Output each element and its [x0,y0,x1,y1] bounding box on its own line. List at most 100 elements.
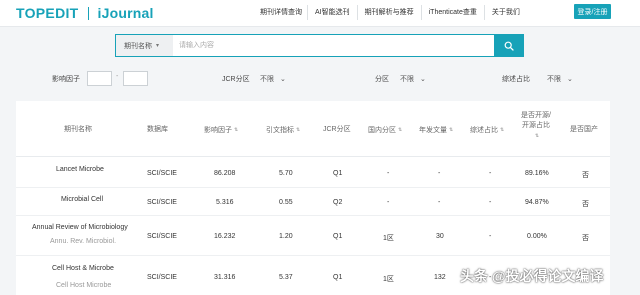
col-domestic: 是否国产 [570,126,598,133]
cell-annual-articles: - [438,170,441,177]
search-button[interactable] [494,35,523,56]
col-open-access: 是否开源/ 开源占比 ⇅ [521,111,551,142]
cell-database: SCI/SCIE [147,170,177,177]
cell-review-ratio: - [489,170,492,177]
sort-icon[interactable]: ⇅ [535,133,539,139]
col-domestic-zone[interactable]: 国内分区 ⇅ [368,125,402,136]
sort-icon[interactable]: ⇅ [500,127,504,133]
nav-journal-analysis[interactable]: 期刊解析与推荐 [358,0,421,24]
cell-journal-name[interactable]: Annual Review of Microbiology [32,224,128,231]
cell-open-access: 0.00% [527,233,547,240]
impact-factor-label: 影响因子 [52,76,80,83]
cell-impact-factor: 16.232 [214,233,236,240]
col-review-ratio-label: 综述占比 [470,126,498,134]
cell-annual-articles: - [438,199,441,206]
cell-database: SCI/SCIE [147,233,177,240]
nav-about[interactable]: 关于我们 [485,0,527,24]
col-review-ratio[interactable]: 综述占比 ⇅ [470,125,504,136]
col-citation-index-label: 引文指标 [266,126,294,134]
cell-review-ratio: - [489,199,492,206]
review-ratio-filter-label: 综述占比 [502,76,530,83]
col-domestic-zone-label: 国内分区 [368,126,396,134]
cell-impact-factor: 31.316 [214,274,236,281]
col-annual-articles[interactable]: 年发文量 ⇅ [419,125,453,136]
chevron-down-icon: ▾ [156,43,160,49]
cell-annual-articles: 132 [434,274,446,281]
search-type-select[interactable]: 期刊名称 ▾ [116,35,173,56]
chevron-down-icon: ⌄ [567,76,573,83]
cell-jcr: Q1 [333,274,343,281]
impact-factor-max-input[interactable] [123,71,148,86]
cell-review-ratio: - [489,233,492,240]
nav-ai-selection[interactable]: AI智能选刊 [308,0,357,24]
top-navbar: TOPEDIT iJournal 期刊详情查询 AI智能选刊 期刊解析与推荐 i… [0,0,640,27]
col-jcr: JCR分区 [323,126,351,133]
cell-open-access: 89.16% [525,170,549,177]
cell-journal-abbr: Cell Host Microbe [56,282,112,289]
col-impact-factor[interactable]: 影响因子 ⇅ [204,125,238,136]
jcr-filter-label: JCR分区 [222,76,250,83]
watermark: 头条 @投必得论文编译 [460,268,604,284]
cell-citation-index: 0.55 [279,199,293,206]
cell-citation-index: 5.37 [279,274,293,281]
cell-domestic-zone: 1区 [383,235,394,242]
table-header: 期刊名称 数据库 影响因子 ⇅ 引文指标 ⇅ JCR分区 国内分区 ⇅ 年发文量 ⇅ 综… [16,101,610,157]
zone-filter-select[interactable]: 不限 ⌄ [400,74,426,84]
cell-open-access: 94.87% [525,199,549,206]
cell-jcr: Q1 [333,170,343,177]
nav-journal-details[interactable]: 期刊详情查询 [255,0,307,24]
cell-domestic-zone: - [387,170,390,177]
cell-journal-name[interactable]: Lancet Microbe [56,166,104,173]
chevron-down-icon: ⌄ [420,76,426,83]
login-register-button[interactable]: 登录/注册 [574,4,611,19]
col-journal-name: 期刊名称 [64,126,92,133]
cell-citation-index: 5.70 [279,170,293,177]
sort-icon[interactable]: ⇅ [234,127,238,133]
search-input[interactable] [173,35,494,56]
zone-filter-value: 不限 [400,76,414,83]
table-row[interactable]: Annual Review of Microbiology Annu. Rev.… [16,216,610,256]
cell-domestic: 否 [582,201,589,208]
cell-journal-name[interactable]: Cell Host & Microbe [52,265,114,272]
logo-ijournal: iJournal [97,5,154,21]
search-icon [504,41,514,51]
cell-domestic-zone: - [387,199,390,206]
logo-topedit: TOPEDIT [16,5,79,21]
range-separator: - [116,73,119,80]
col-impact-factor-label: 影响因子 [204,126,232,134]
nav-ithenticate[interactable]: iThenticate查重 [422,0,484,24]
review-ratio-filter-select[interactable]: 不限 ⌄ [547,74,573,84]
site-logo[interactable]: TOPEDIT iJournal [16,4,154,22]
sort-icon[interactable]: ⇅ [449,127,453,133]
jcr-filter-value: 不限 [260,76,274,83]
col-citation-index[interactable]: 引文指标 ⇅ [266,125,300,136]
zone-filter-label: 分区 [375,76,389,83]
cell-journal-name[interactable]: Microbial Cell [61,196,103,203]
cell-database: SCI/SCIE [147,274,177,281]
review-ratio-filter-value: 不限 [547,76,561,83]
filter-bar: 影响因子 - JCR分区 不限 ⌄ 分区 不限 ⌄ 综述占比 不限 ⌄ [0,66,640,92]
sort-icon[interactable]: ⇅ [296,127,300,133]
nav-menu: 期刊详情查询 AI智能选刊 期刊解析与推荐 iThenticate查重 关于我们 [255,0,527,24]
impact-factor-min-input[interactable] [87,71,112,86]
cell-database: SCI/SCIE [147,199,177,206]
cell-domestic: 否 [582,172,589,179]
cell-impact-factor: 86.208 [214,170,236,177]
table-row[interactable]: Microbial Cell SCI/SCIE 5.316 0.55 Q2 - … [16,188,610,216]
jcr-filter-select[interactable]: 不限 ⌄ [260,74,286,84]
table-row[interactable]: Lancet Microbe SCI/SCIE 86.208 5.70 Q1 -… [16,158,610,188]
cell-impact-factor: 5.316 [216,199,234,206]
col-database: 数据库 [147,126,168,133]
cell-citation-index: 1.20 [279,233,293,240]
logo-divider [87,6,89,20]
col-annual-articles-label: 年发文量 [419,126,447,134]
search-bar: 期刊名称 ▾ [115,34,524,57]
cell-annual-articles: 30 [436,233,444,240]
cell-jcr: Q1 [333,233,343,240]
col-open-access-line1: 是否开源/ [521,112,551,119]
col-open-access-line2: 开源占比 [521,122,550,129]
sort-icon[interactable]: ⇅ [398,127,402,133]
chevron-down-icon: ⌄ [280,76,286,83]
cell-journal-abbr: Annu. Rev. Microbiol. [50,238,117,245]
search-type-label: 期刊名称 [124,42,152,50]
